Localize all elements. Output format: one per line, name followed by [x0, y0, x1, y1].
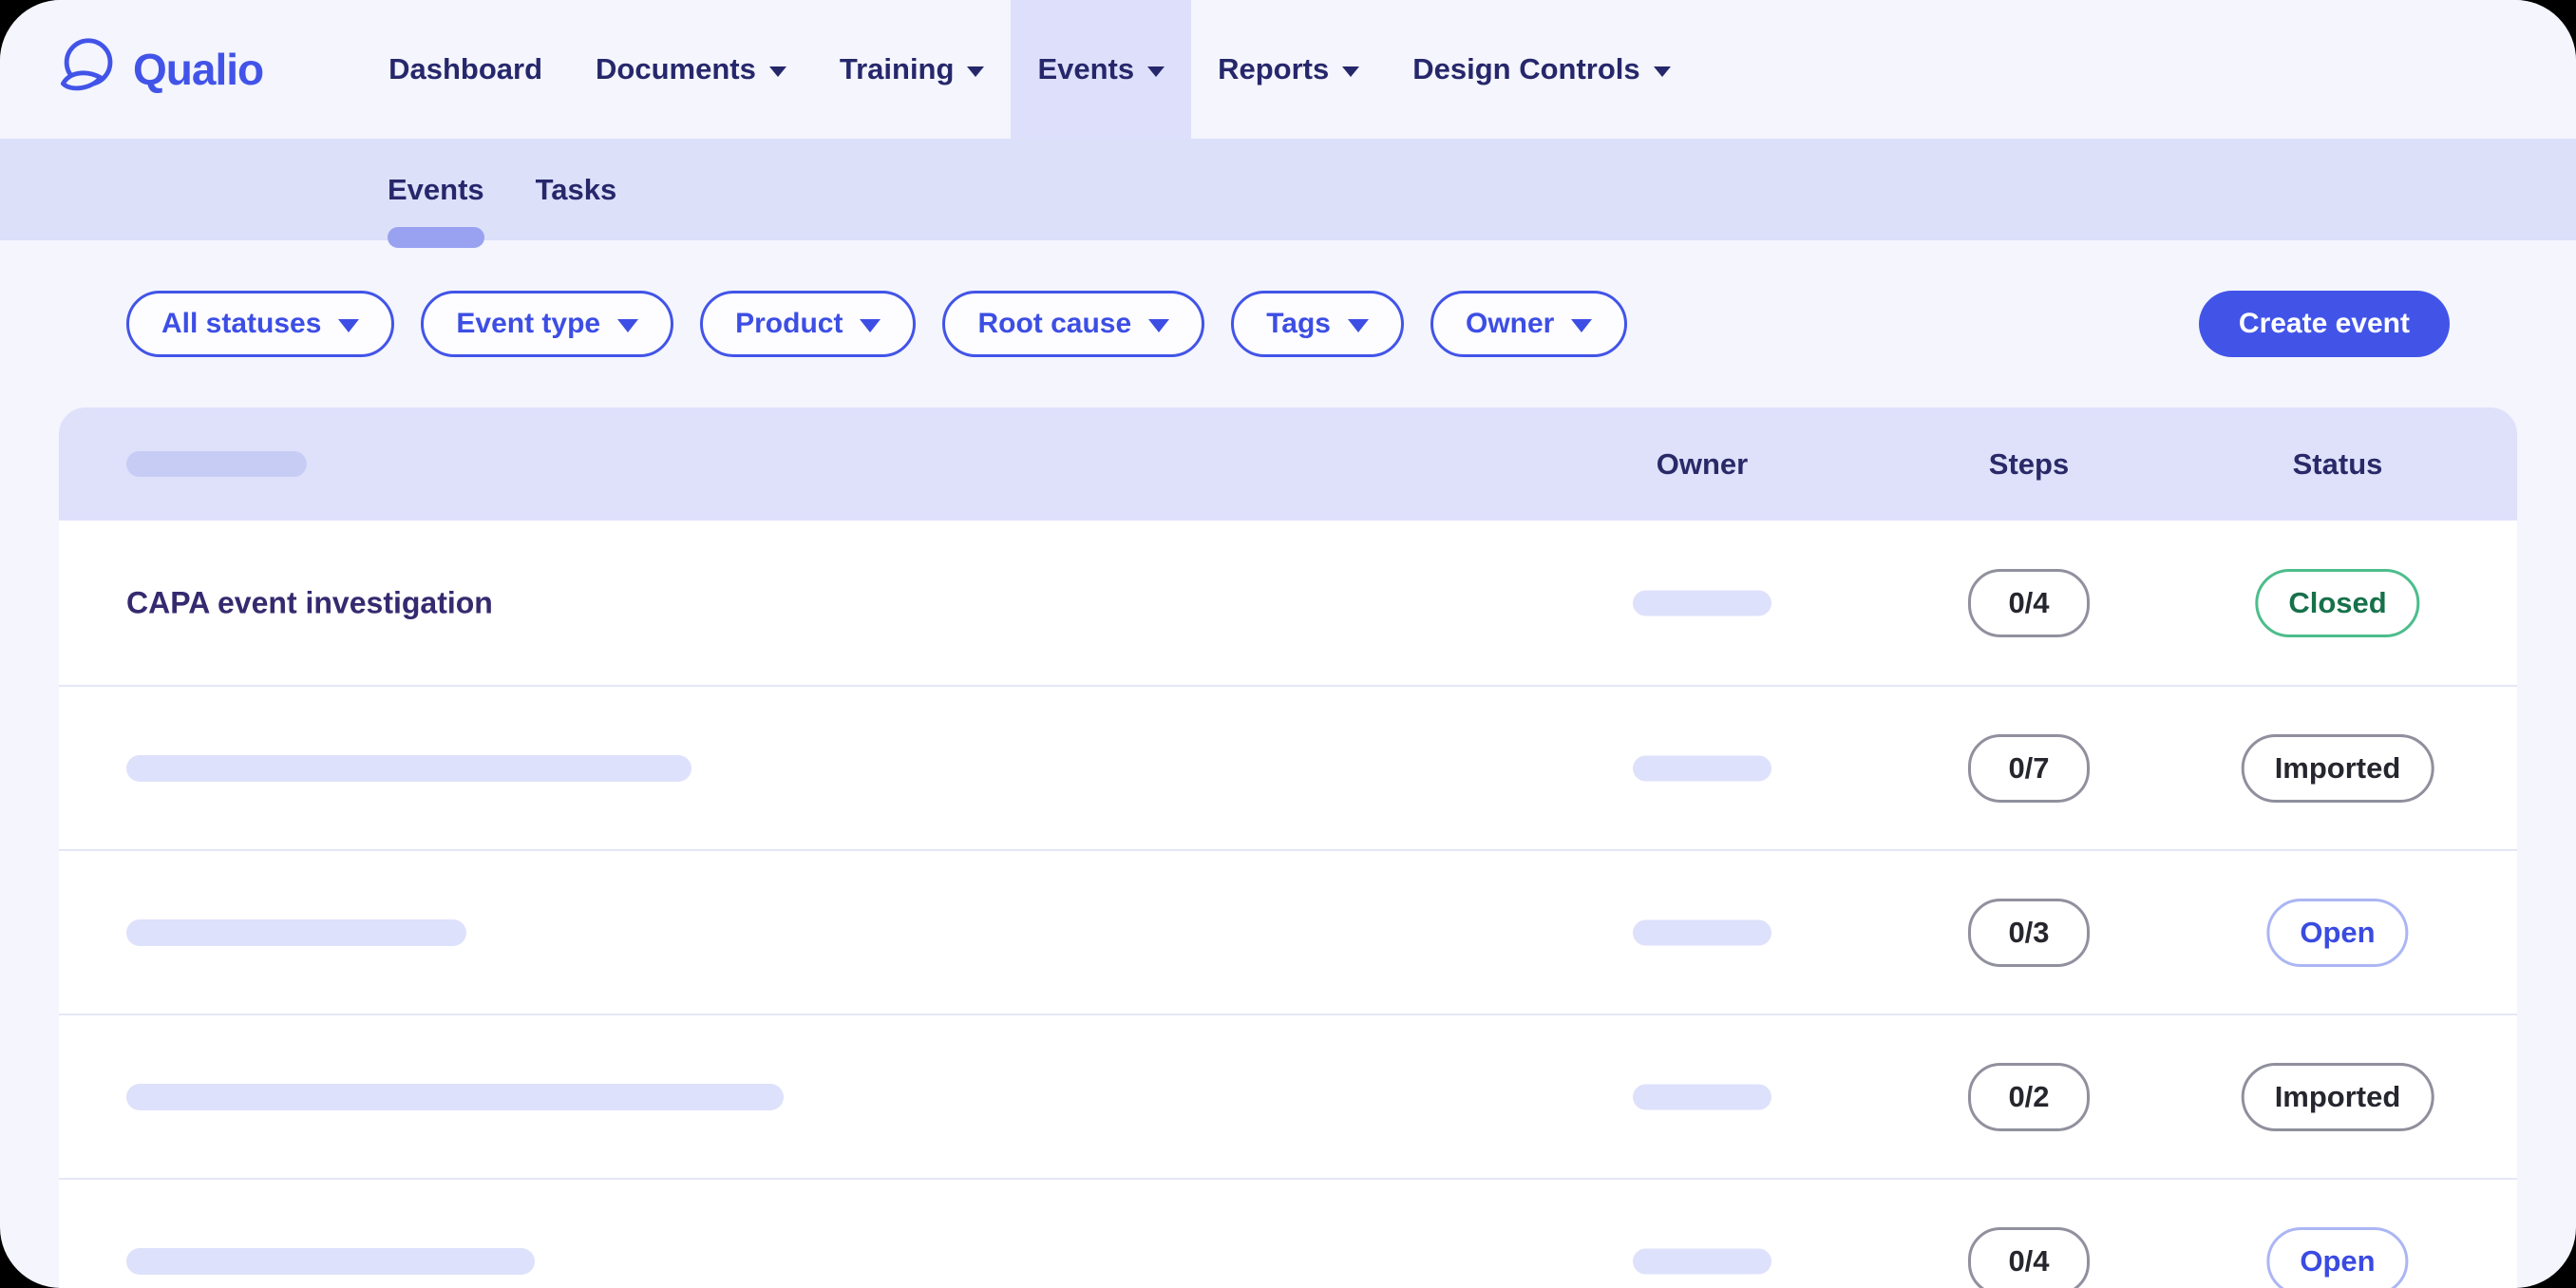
- filter-label: Product: [735, 308, 843, 340]
- chevron-down-icon: [1571, 319, 1592, 332]
- filter-root-cause[interactable]: Root cause: [942, 291, 1204, 357]
- chevron-down-icon: [860, 319, 881, 332]
- nav-item-label: Events: [1037, 52, 1134, 86]
- chevron-down-icon: [1342, 66, 1359, 77]
- filter-tags[interactable]: Tags: [1231, 291, 1404, 357]
- steps-pill: 0/4: [1968, 1227, 2090, 1288]
- filter-label: Tags: [1266, 308, 1331, 340]
- chevron-down-icon: [617, 319, 638, 332]
- status-badge: Open: [2266, 899, 2408, 967]
- status-badge: Closed: [2255, 569, 2419, 637]
- table-row[interactable]: 0/7 Imported: [59, 685, 2517, 849]
- steps-pill: 0/3: [1968, 899, 2090, 967]
- event-title[interactable]: CAPA event investigation: [126, 585, 493, 620]
- nav-item-label: Design Controls: [1412, 52, 1639, 86]
- column-header-owner: Owner: [1657, 447, 1748, 482]
- primary-nav: Dashboard Documents Training Events Repo…: [362, 0, 1697, 139]
- brand-name: Qualio: [133, 44, 263, 95]
- owner-placeholder: [1633, 1084, 1771, 1109]
- filter-owner[interactable]: Owner: [1430, 291, 1627, 357]
- filter-toolbar: All statuses Event type Product Root cau…: [126, 291, 2450, 357]
- chevron-down-icon: [1348, 319, 1369, 332]
- event-title-placeholder: [126, 755, 691, 782]
- owner-placeholder: [1633, 755, 1771, 781]
- event-title-placeholder: [126, 1248, 535, 1275]
- filter-all-statuses[interactable]: All statuses: [126, 291, 394, 357]
- nav-item-training[interactable]: Training: [813, 0, 1012, 139]
- owner-placeholder: [1633, 919, 1771, 945]
- filter-label: All statuses: [161, 308, 321, 340]
- filter-label: Root cause: [977, 308, 1131, 340]
- create-event-button[interactable]: Create event: [2199, 291, 2450, 357]
- events-table: Owner Steps Status CAPA event investigat…: [59, 407, 2517, 1288]
- status-badge: Open: [2266, 1227, 2408, 1288]
- tab-events[interactable]: Events: [388, 139, 484, 240]
- nav-item-label: Documents: [596, 52, 756, 86]
- table-header: Owner Steps Status: [59, 407, 2517, 521]
- chevron-down-icon: [1654, 66, 1671, 77]
- nav-item-label: Training: [840, 52, 955, 86]
- table-row[interactable]: 0/4 Open: [59, 1178, 2517, 1288]
- status-badge: Imported: [2242, 734, 2434, 803]
- event-title-placeholder: [126, 919, 466, 946]
- qualio-logo[interactable]: Qualio: [57, 34, 263, 105]
- table-row[interactable]: 0/2 Imported: [59, 1013, 2517, 1178]
- nav-item-label: Dashboard: [388, 52, 542, 86]
- title-column-placeholder: [126, 451, 307, 477]
- owner-placeholder: [1633, 590, 1771, 616]
- chevron-down-icon: [1148, 319, 1169, 332]
- app-window: Qualio Dashboard Documents Training Even…: [0, 0, 2576, 1288]
- events-page: All statuses Event type Product Root cau…: [0, 291, 2576, 1288]
- filter-event-type[interactable]: Event type: [421, 291, 673, 357]
- nav-item-reports[interactable]: Reports: [1191, 0, 1386, 139]
- column-header-steps: Steps: [1989, 447, 2069, 482]
- status-badge: Imported: [2242, 1063, 2434, 1131]
- nav-item-dashboard[interactable]: Dashboard: [362, 0, 569, 139]
- chevron-down-icon: [769, 66, 786, 77]
- column-header-status: Status: [2293, 447, 2383, 482]
- tab-tasks[interactable]: Tasks: [536, 139, 617, 240]
- steps-pill: 0/7: [1968, 734, 2090, 803]
- chevron-down-icon: [1147, 66, 1165, 77]
- tab-label: Events: [388, 173, 484, 207]
- steps-pill: 0/2: [1968, 1063, 2090, 1131]
- owner-placeholder: [1633, 1248, 1771, 1274]
- table-row[interactable]: CAPA event investigation 0/4 Closed: [59, 521, 2517, 685]
- nav-item-documents[interactable]: Documents: [569, 0, 813, 139]
- chevron-down-icon: [338, 319, 359, 332]
- chevron-down-icon: [967, 66, 984, 77]
- qualio-logo-icon: [57, 34, 118, 105]
- filter-label: Event type: [456, 308, 600, 340]
- steps-pill: 0/4: [1968, 569, 2090, 637]
- top-navbar: Qualio Dashboard Documents Training Even…: [0, 0, 2576, 139]
- event-title-placeholder: [126, 1084, 784, 1110]
- nav-item-design-controls[interactable]: Design Controls: [1386, 0, 1696, 139]
- table-row[interactable]: 0/3 Open: [59, 849, 2517, 1013]
- nav-item-label: Reports: [1218, 52, 1329, 86]
- secondary-navbar: Events Tasks: [0, 139, 2576, 240]
- filter-label: Owner: [1466, 308, 1554, 340]
- tab-label: Tasks: [536, 173, 617, 207]
- filter-product[interactable]: Product: [700, 291, 916, 357]
- nav-item-events[interactable]: Events: [1011, 0, 1191, 139]
